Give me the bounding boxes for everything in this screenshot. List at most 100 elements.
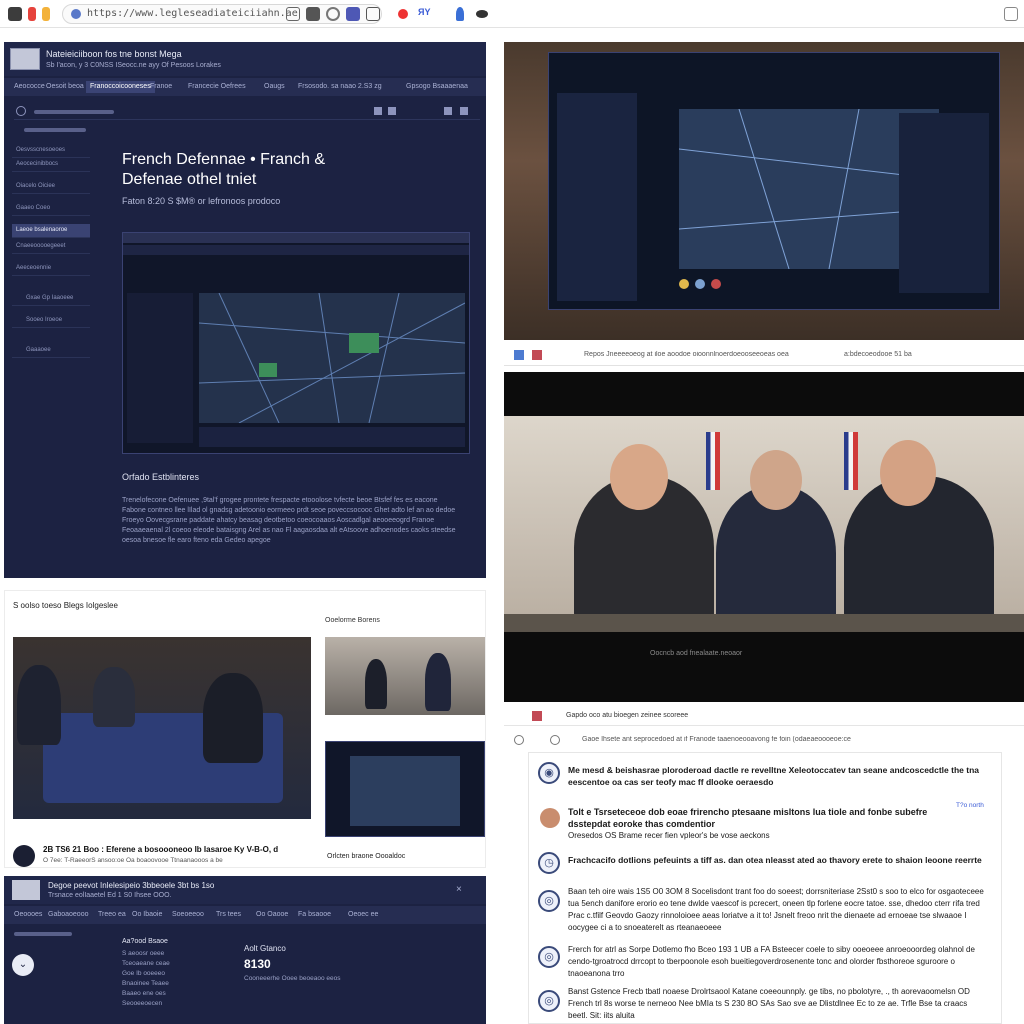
- article-nav: Aeococce Oesoit beoa Franoccoicooneses F…: [4, 78, 486, 96]
- camera-icon[interactable]: [476, 10, 488, 18]
- tabs-icon[interactable]: [366, 7, 380, 21]
- news-tab-text[interactable]: Gapdo oco atu bioegen zeinee scoreee: [566, 712, 688, 719]
- footer-tab-8[interactable]: Oeoec ee: [344, 909, 382, 921]
- sidebar-item-6[interactable]: Aeeceoennie: [12, 262, 90, 276]
- reader-icon[interactable]: [286, 7, 300, 21]
- footer-col1-item[interactable]: Tceoaeane ceae: [122, 959, 232, 969]
- close-icon[interactable]: ×: [456, 884, 462, 895]
- bookmark-icon[interactable]: [28, 7, 36, 21]
- gallery-thumb-caption: Orlcten braone Oooaldoc: [327, 853, 406, 860]
- news-item-5[interactable]: Frerch for atrl as Sorpe Dotlemo fho Bce…: [568, 944, 988, 980]
- footer-tab-4[interactable]: Soeoeeoo: [168, 909, 208, 921]
- gallery-main-photo[interactable]: [13, 637, 311, 819]
- sidebar-item-4[interactable]: Laeoe bsalenaoroe: [12, 224, 90, 238]
- nav-tab-7[interactable]: Gpsogo Bsaaaenaa: [402, 81, 472, 93]
- sidebar-item-3[interactable]: Gaaeo Coeo: [12, 202, 90, 216]
- share-icon[interactable]: [306, 7, 320, 21]
- menu-icon[interactable]: [16, 106, 26, 116]
- footer-col2-title: Aolt Gtanco: [244, 944, 286, 953]
- monitor-display: [548, 52, 1000, 310]
- tab-icon[interactable]: [532, 711, 542, 721]
- sidebar-item-1[interactable]: Aeocecinibbocs: [12, 158, 90, 172]
- nav-tab-4[interactable]: Francecie Oefrees: [184, 81, 250, 93]
- thumb-map: [350, 756, 460, 826]
- article-panel: Nateieiciiboon fos tne bonst Mega Sb I'a…: [4, 42, 486, 578]
- footer-tab-5[interactable]: Trs tees: [212, 909, 245, 921]
- sidebar-item-5[interactable]: Cnaeeooooegeeet: [12, 240, 90, 254]
- tool-icon-d[interactable]: [460, 107, 468, 115]
- footer-col1-item[interactable]: Bnaoinee Teaee: [122, 979, 232, 989]
- browser-toolbar: https://www.legleseadiateiciiahn.ae ЯY: [0, 0, 1024, 28]
- footer-col1-item[interactable]: S aeoosr oeee: [122, 949, 232, 959]
- footer-tab-3[interactable]: Oo Ibaoie: [128, 909, 166, 921]
- nav-tab-5[interactable]: Oaugs: [260, 81, 289, 93]
- footer-tab-2[interactable]: Treeo ea: [94, 909, 130, 921]
- article-toolbar: [14, 104, 480, 120]
- alert-icon[interactable]: [398, 9, 408, 19]
- nav-tab-3[interactable]: Franoe: [146, 81, 176, 93]
- photo-meta-text: a:bdecoeodooe 51 ba: [844, 351, 912, 358]
- nav-tab-6[interactable]: Frsosodo. sa naao 2.S3 zg: [294, 81, 386, 93]
- news-item-1[interactable]: Me mesd & beishasrae ploroderoad dactle …: [568, 764, 988, 788]
- article-body: Trenelofecone Oefenuee ,9tal'f grogee pr…: [122, 497, 456, 544]
- footer-tab-1[interactable]: Gaboaoeooo: [44, 909, 92, 921]
- nav-tab-1[interactable]: Oesoit beoa: [42, 81, 88, 93]
- footer-col1-item[interactable]: Goe Ib ooeeeo: [122, 969, 232, 979]
- briefing-person: [203, 673, 263, 763]
- sidebar-item-0[interactable]: Oesvsscnesoeoes: [12, 144, 90, 158]
- tab-icon[interactable]: [514, 350, 524, 360]
- tool-icon-b[interactable]: [388, 107, 396, 115]
- tool-icon-c[interactable]: [444, 107, 452, 115]
- window-control-icon[interactable]: [1004, 7, 1018, 21]
- hero-title: French Defennae • Franch & Defenae othel…: [122, 150, 325, 190]
- news-toolbar-text[interactable]: Gaoe Ihsete ant seprocedoed at if Franod…: [582, 736, 882, 743]
- footer-logo-icon: [12, 880, 40, 900]
- sidebar-item-7[interactable]: Gxae Gp Iaaoeee: [12, 292, 90, 306]
- refresh-icon[interactable]: [326, 7, 340, 21]
- footer-side-text: [14, 932, 72, 936]
- sidebar-item-9[interactable]: Gaaaoee: [12, 344, 90, 358]
- photo-url-text[interactable]: Repos Jneeeeoeog at iloe aoodoe oioonnln…: [584, 351, 814, 358]
- embedded-screenshot: [122, 232, 470, 454]
- footer-tab-0[interactable]: Oeoooes: [10, 909, 46, 921]
- embedded-toolbar: [123, 245, 469, 255]
- news-item-icon: ◷: [538, 852, 560, 874]
- status-indicator-icon: [695, 279, 705, 289]
- extension-icon[interactable]: [346, 7, 360, 21]
- news-item-icon: ◎: [538, 890, 560, 912]
- news-item-4[interactable]: Baan teh oire wais 1S5 O0 3OM 8 Socelisd…: [568, 886, 988, 934]
- microphone-icon[interactable]: [456, 7, 464, 21]
- gallery-panel: S oolso toeso Blegs Iolgeslee Ooelorme B…: [4, 590, 486, 868]
- sidebar-item-8[interactable]: Sooeo Iroeoe: [12, 314, 90, 328]
- window-menu-icon[interactable]: [8, 7, 22, 21]
- hero-subtitle: Faton 8:20 S $M® or lefronoos prodoco: [122, 196, 281, 206]
- footer-col1-item[interactable]: Seooeeoecen: [122, 999, 232, 1009]
- url-text: https://www.legleseadiateiciiahn.ae: [87, 8, 298, 19]
- footer-col1-item[interactable]: Baaeo ene oes: [122, 989, 232, 999]
- footer-tab-7[interactable]: Fa bsaooe: [294, 909, 335, 921]
- tab-icon[interactable]: [532, 350, 542, 360]
- toolbar-text: [34, 110, 114, 114]
- hero-title-line1: French Defennae • Franch &: [122, 151, 326, 168]
- news-item-icon: ◎: [538, 990, 560, 1012]
- nav-tab-2[interactable]: Franoccoicooneses: [86, 81, 155, 93]
- monitor-thumbnail-row: [679, 275, 939, 293]
- footer-header: Degoe peevot Inlelesipeio 3bbeoele 3bt b…: [4, 876, 486, 904]
- gallery-caption-main: 2B TS6 21 Boo : Eferene a bosoooneoo Ib …: [43, 845, 279, 854]
- embedded-sidebar: [127, 293, 193, 443]
- gallery-thumb-1[interactable]: [325, 637, 485, 715]
- translate-icon[interactable]: ЯY: [418, 7, 430, 21]
- play-icon[interactable]: ⌄: [12, 954, 34, 976]
- news-item-2-title[interactable]: Tolt e Tsrseteceoe dob eoae frirencho pt…: [568, 806, 948, 830]
- star-icon[interactable]: [42, 7, 50, 21]
- gallery-avatar-icon: [13, 845, 35, 867]
- sidebar-item-2[interactable]: Oiacelo Oiciee: [12, 180, 90, 194]
- footer-tab-6[interactable]: Oo Oaooe: [252, 909, 292, 921]
- gallery-thumb-2[interactable]: [325, 741, 485, 837]
- news-item-6[interactable]: Banst Gstence Frecb tbatl noaese Drolrts…: [568, 986, 988, 1022]
- news-author-avatar: [540, 808, 560, 828]
- news-item-3[interactable]: Frachcacifo dotlions pefeuints a tiff as…: [568, 854, 988, 866]
- tool-icon-a[interactable]: [374, 107, 382, 115]
- back-icon[interactable]: [514, 735, 524, 745]
- refresh-icon[interactable]: [550, 735, 560, 745]
